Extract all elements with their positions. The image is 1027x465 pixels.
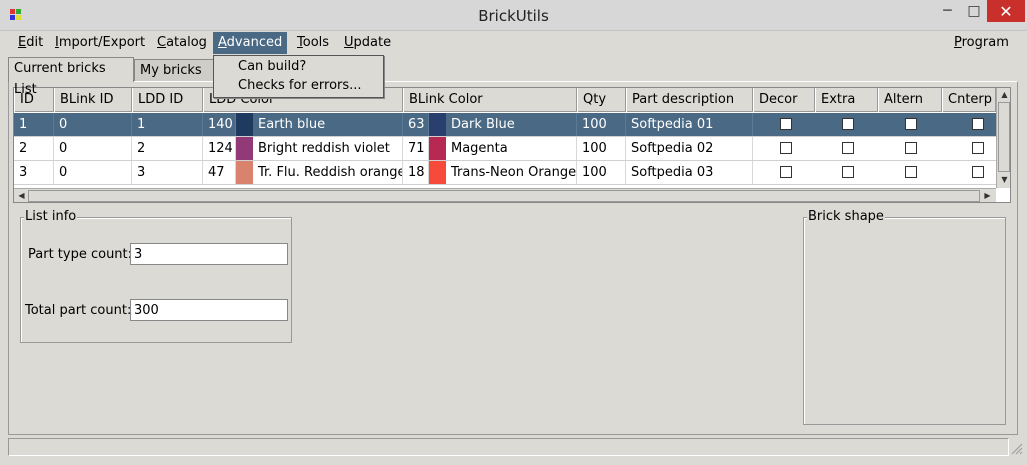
cell-ldd-color-name: Tr. Flu. Reddish orange — [253, 161, 403, 184]
scroll-down-icon[interactable]: ▼ — [998, 175, 1010, 185]
bricks-table: ID BLink ID LDD ID LDD Color BLink Color… — [13, 87, 1011, 203]
column-header-cnterp[interactable]: Cnterp — [942, 88, 996, 112]
cell-ldd-id: 3 — [132, 161, 203, 184]
cell-blink-color-code: 18 — [403, 161, 429, 184]
window-title: BrickUtils — [478, 7, 549, 25]
decor-checkbox[interactable] — [780, 142, 792, 154]
vertical-scroll-thumb[interactable] — [998, 102, 1010, 172]
list-info-group — [20, 217, 292, 343]
part-type-count-field[interactable] — [130, 243, 288, 265]
menu-tools[interactable]: Tools — [292, 32, 334, 54]
cell-part-description: Softpedia 02 — [626, 137, 753, 160]
status-bar — [8, 438, 1009, 456]
menu-bar: Edit Import/Export Catalog Advanced Tool… — [8, 32, 1018, 55]
extra-checkbox[interactable] — [842, 142, 854, 154]
total-part-count-label: Total part count: — [25, 303, 132, 318]
menu-catalog[interactable]: Catalog — [152, 32, 212, 54]
cell-qty: 100 — [577, 161, 626, 184]
extra-checkbox[interactable] — [842, 118, 854, 130]
column-header-extra[interactable]: Extra — [815, 88, 878, 112]
cell-id: 2 — [14, 137, 54, 160]
cell-blink-color-name: Magenta — [446, 137, 577, 160]
title-bar: BrickUtils ─ □ ✕ — [0, 0, 1027, 31]
menu-advanced[interactable]: Advanced — [213, 32, 288, 54]
cell-id: 1 — [14, 113, 54, 136]
cell-blink-id: 0 — [54, 137, 132, 160]
column-header-blink-id[interactable]: BLink ID — [54, 88, 132, 112]
altern-checkbox[interactable] — [905, 166, 917, 178]
ldd-color-swatch — [236, 113, 253, 136]
column-header-altern[interactable]: Altern — [878, 88, 942, 112]
resize-grip-icon[interactable] — [1009, 441, 1023, 455]
cell-part-description: Softpedia 01 — [626, 113, 753, 136]
cnterp-checkbox[interactable] — [972, 118, 984, 130]
decor-checkbox[interactable] — [780, 166, 792, 178]
cell-part-description: Softpedia 03 — [626, 161, 753, 184]
list-info-legend: List info — [24, 209, 78, 224]
cell-ldd-color-name: Earth blue — [253, 113, 403, 136]
table-row[interactable]: 3 0 3 47 Tr. Flu. Reddish orange 18 Tran… — [14, 161, 996, 185]
menu-edit[interactable]: Edit — [13, 32, 48, 54]
column-header-ldd-id[interactable]: LDD ID — [132, 88, 203, 112]
brick-shape-legend: Brick shape — [807, 209, 885, 224]
tab-current-bricks-list[interactable]: Current bricks List — [8, 57, 134, 97]
column-header-part-description[interactable]: Part description — [626, 88, 753, 112]
ldd-color-swatch — [236, 161, 253, 184]
cell-ldd-id: 2 — [132, 137, 203, 160]
vertical-scrollbar[interactable]: ▲ ▼ — [996, 88, 1010, 188]
tab-my-bricks-catalog[interactable]: My bricks ca — [134, 59, 224, 99]
extra-checkbox[interactable] — [842, 166, 854, 178]
column-header-qty[interactable]: Qty — [577, 88, 626, 112]
cell-blink-color-name: Dark Blue — [446, 113, 577, 136]
cell-blink-id: 0 — [54, 161, 132, 184]
brick-shape-group — [803, 217, 1006, 425]
horizontal-scrollbar[interactable]: ◀ ▶ — [14, 188, 996, 202]
cnterp-checkbox[interactable] — [972, 166, 984, 178]
scroll-right-icon[interactable]: ▶ — [981, 191, 994, 201]
cell-ldd-color-code: 140 — [203, 113, 236, 136]
horizontal-scroll-thumb[interactable] — [28, 190, 980, 202]
minimize-button[interactable]: ─ — [934, 0, 961, 22]
cell-ldd-color-code: 47 — [203, 161, 236, 184]
cell-qty: 100 — [577, 137, 626, 160]
menu-item-can-build[interactable]: Can build? — [238, 58, 306, 76]
table-header: ID BLink ID LDD ID LDD Color BLink Color… — [14, 88, 996, 112]
menu-import-export[interactable]: Import/Export — [50, 32, 150, 54]
cell-ldd-color-name: Bright reddish violet — [253, 137, 403, 160]
ldd-color-swatch — [236, 137, 253, 160]
advanced-menu-dropdown: Can build? Checks for errors... — [213, 55, 384, 98]
cell-blink-color-code: 63 — [403, 113, 429, 136]
cell-ldd-id: 1 — [132, 113, 203, 136]
menu-item-checks-for-errors[interactable]: Checks for errors... — [238, 77, 362, 95]
cell-id: 3 — [14, 161, 54, 184]
blink-color-swatch — [429, 137, 446, 160]
table-row[interactable]: 1 0 1 140 Earth blue 63 Dark Blue 100 So… — [14, 113, 996, 137]
column-header-blink-color[interactable]: BLink Color — [403, 88, 577, 112]
cell-qty: 100 — [577, 113, 626, 136]
close-button[interactable]: ✕ — [987, 0, 1025, 22]
part-type-count-label: Part type count: — [28, 247, 133, 262]
altern-checkbox[interactable] — [905, 118, 917, 130]
cell-blink-id: 0 — [54, 113, 132, 136]
maximize-button[interactable]: □ — [961, 0, 987, 22]
total-part-count-field[interactable] — [130, 299, 288, 321]
cell-ldd-color-code: 124 — [203, 137, 236, 160]
altern-checkbox[interactable] — [905, 142, 917, 154]
cnterp-checkbox[interactable] — [972, 142, 984, 154]
cell-blink-color-name: Trans-Neon Orange — [446, 161, 577, 184]
decor-checkbox[interactable] — [780, 118, 792, 130]
blink-color-swatch — [429, 161, 446, 184]
scroll-left-icon[interactable]: ◀ — [15, 191, 28, 201]
column-header-decor[interactable]: Decor — [753, 88, 815, 112]
scroll-up-icon[interactable]: ▲ — [998, 90, 1010, 100]
cell-blink-color-code: 71 — [403, 137, 429, 160]
table-row[interactable]: 2 0 2 124 Bright reddish violet 71 Magen… — [14, 137, 996, 161]
blink-color-swatch — [429, 113, 446, 136]
menu-update[interactable]: Update — [339, 32, 396, 54]
menu-program[interactable]: Program — [949, 32, 1014, 54]
